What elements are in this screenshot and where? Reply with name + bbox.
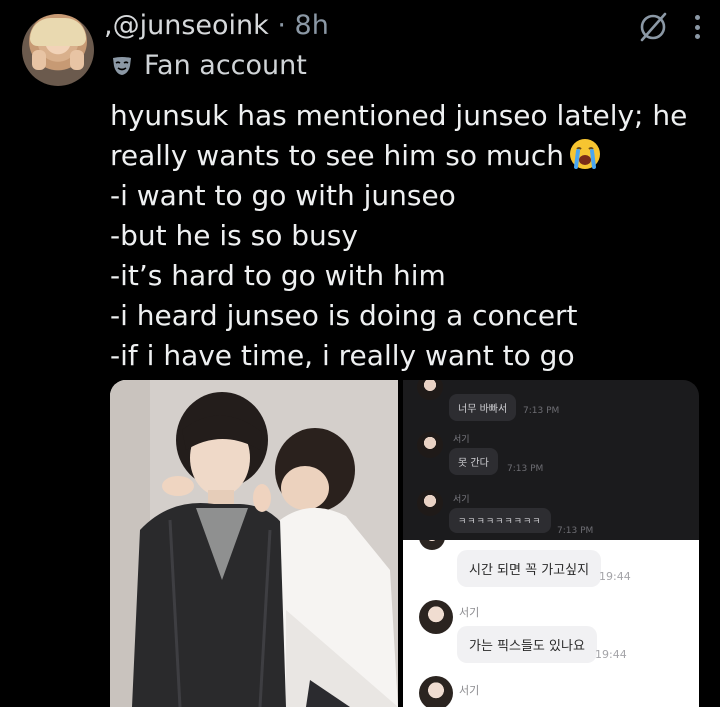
tweet-line-with-emoji: really wants to see him so much: [110, 136, 710, 176]
chat-avatar: [419, 676, 453, 707]
avatar-hand-right: [70, 50, 84, 70]
crying-face-emoji: [570, 139, 601, 169]
tweet-body: hyunsuk has mentioned junseo lately; he …: [110, 96, 710, 376]
chat-sender-name: 서기: [459, 606, 480, 619]
tweet-line: -i want to go with junseo: [110, 179, 456, 212]
avatar-hand-left: [32, 50, 46, 70]
chat-avatar: [419, 600, 453, 634]
chat-bubble: 가는 픽스들도 있나요: [457, 626, 597, 663]
chat-time: 19:44: [599, 570, 631, 583]
handle-prefix: ,: [104, 10, 113, 41]
tweet-line: -i heard junseo is doing a concert: [110, 299, 578, 332]
account-label-text: Fan account: [144, 50, 307, 81]
photo-illustration: [110, 380, 398, 707]
chat-screenshot-dark[interactable]: 너무 바빠서 7:13 PM 서기 못 간다 7:13 PM 서기 ㅋㅋㅋㅋㅋㅋ…: [403, 380, 699, 540]
tweet-actions-top: [636, 10, 702, 44]
tweet-timestamp[interactable]: 8h: [295, 10, 329, 41]
chat-time: 7:13 PM: [557, 526, 594, 536]
chat-avatar: [417, 380, 443, 400]
avatar-hair: [30, 18, 86, 46]
chat-sender-name: 서기: [453, 495, 470, 505]
chat-screenshot-light[interactable]: 시간 되면 꼭 가고싶지 19:44 서기 가는 픽스들도 있나요 19:44 …: [403, 540, 699, 707]
more-vertical-icon[interactable]: [692, 11, 702, 43]
tweet-line: -but he is so busy: [110, 219, 358, 252]
chat-sender-name: 서기: [453, 435, 470, 445]
chat-avatar: [417, 432, 443, 458]
tweet-photo[interactable]: [110, 380, 398, 707]
mask-icon: [113, 56, 131, 75]
chat-time: 19:44: [595, 648, 627, 661]
chat-time: 7:13 PM: [523, 406, 560, 416]
chat-time: 7:13 PM: [507, 464, 544, 474]
chat-bubble: 시간 되면 꼭 가고싶지: [457, 550, 602, 587]
tweet-line: really wants to see him so much: [110, 139, 565, 172]
chat-bubble: 너무 바빠서: [449, 394, 517, 421]
chat-sender-name: 서기: [459, 684, 480, 697]
header-separator: ·: [268, 10, 295, 41]
tweet-line: hyunsuk has mentioned junseo lately; he: [110, 99, 688, 132]
tweet-line: -if i have time, i really want to go: [110, 339, 575, 372]
tweet-header: ,@junseoink · 8h: [104, 10, 329, 41]
chat-avatar: [419, 540, 445, 550]
chat-bubble: 못 간다: [449, 448, 498, 475]
grok-icon[interactable]: [636, 10, 670, 44]
account-label: Fan account: [110, 50, 307, 81]
tweet-line: -it’s hard to go with him: [110, 259, 446, 292]
chat-avatar: [417, 490, 443, 516]
user-handle[interactable]: @junseoink: [113, 10, 269, 41]
user-avatar[interactable]: [22, 14, 94, 86]
chat-bubble: ㅋㅋㅋㅋㅋㅋㅋㅋㅋ: [449, 508, 551, 533]
